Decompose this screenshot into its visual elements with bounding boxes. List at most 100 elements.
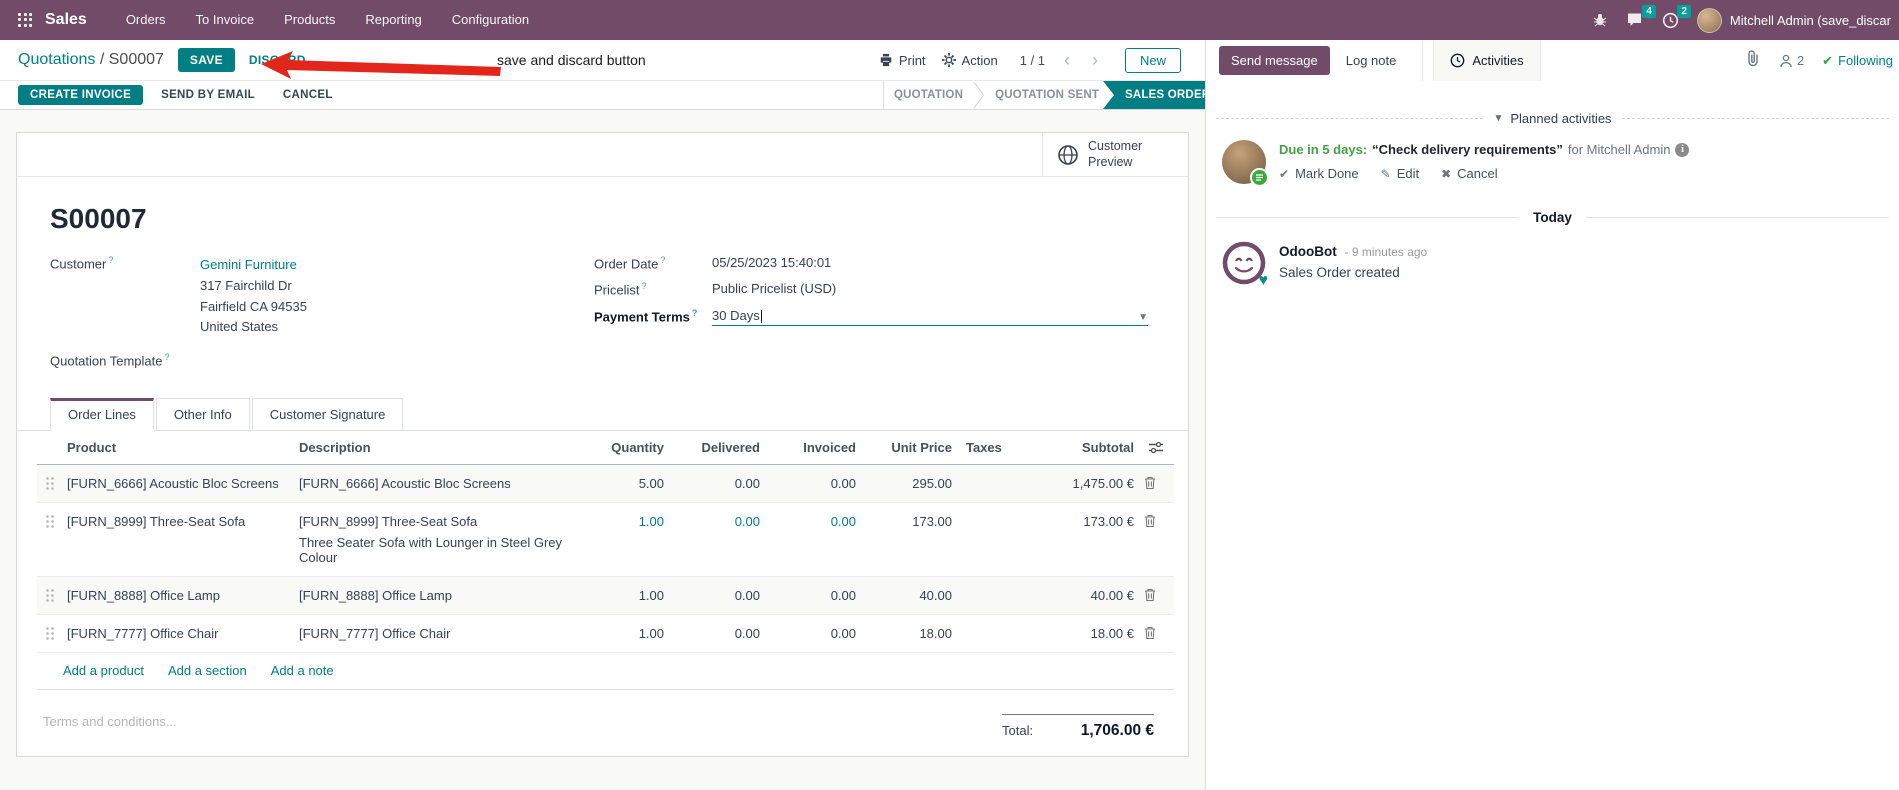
customer-preview-button[interactable]: Customer Preview — [1042, 133, 1188, 176]
table-row[interactable]: [FURN_7777] Office Chair [FURN_7777] Off… — [37, 615, 1174, 653]
create-invoice-button[interactable]: CREATE INVOICE — [18, 85, 144, 105]
table-row[interactable]: [FURN_8888] Office Lamp [FURN_8888] Offi… — [37, 576, 1174, 615]
cell-product[interactable]: [FURN_6666] Acoustic Bloc Screens — [63, 465, 295, 502]
table-row[interactable]: [FURN_6666] Acoustic Bloc Screens [FURN_… — [37, 464, 1174, 503]
debug-bug-icon[interactable] — [1592, 12, 1608, 28]
apps-grid-icon[interactable] — [18, 12, 33, 28]
cell-delivered[interactable]: 0.00 — [668, 615, 764, 652]
table-row[interactable]: [FURN_8999] Three-Seat Sofa [FURN_8999] … — [37, 503, 1174, 577]
action-button[interactable]: Action — [941, 53, 998, 68]
next-page-icon[interactable]: › — [1089, 51, 1101, 69]
cell-unit-price[interactable]: 18.00 — [860, 615, 956, 652]
send-message-button[interactable]: Send message — [1219, 46, 1330, 75]
cell-quantity[interactable]: 1.00 — [586, 503, 668, 540]
cell-description[interactable]: [FURN_6666] Acoustic Bloc Screens — [295, 465, 586, 502]
menu-configuration[interactable]: Configuration — [439, 0, 542, 40]
col-subtotal[interactable]: Subtotal — [1022, 431, 1138, 464]
col-taxes[interactable]: Taxes — [956, 431, 1022, 464]
cell-quantity[interactable]: 1.00 — [586, 615, 668, 652]
delete-row-button[interactable] — [1138, 615, 1174, 651]
cell-description[interactable]: [FURN_7777] Office Chair — [295, 615, 586, 652]
add-section-link[interactable]: Add a section — [168, 663, 247, 678]
delete-row-button[interactable] — [1138, 577, 1174, 613]
tab-other-info[interactable]: Other Info — [155, 397, 250, 431]
menu-products[interactable]: Products — [271, 0, 348, 40]
tab-order-lines[interactable]: Order Lines — [50, 397, 154, 431]
mark-done-button[interactable]: ✔ Mark Done — [1279, 166, 1359, 181]
cell-quantity[interactable]: 5.00 — [586, 465, 668, 502]
status-step-quotation-sent[interactable]: QUOTATION SENT — [985, 81, 1109, 109]
drag-handle-icon[interactable] — [37, 615, 63, 652]
log-note-button[interactable]: Log note — [1334, 46, 1409, 75]
activities-clock-icon[interactable]: 2 — [1662, 4, 1691, 29]
status-step-sales-order[interactable]: SALES ORDER — [1103, 81, 1205, 109]
drag-handle-icon[interactable] — [37, 503, 63, 540]
tab-customer-signature[interactable]: Customer Signature — [251, 397, 404, 431]
message-author[interactable]: OdooBot — [1279, 244, 1337, 259]
drag-handle-icon[interactable] — [37, 465, 63, 502]
activity-avatar[interactable] — [1222, 140, 1269, 187]
cancel-activity-button[interactable]: ✖ Cancel — [1441, 166, 1498, 181]
new-button[interactable]: New — [1124, 47, 1181, 73]
cell-taxes[interactable] — [956, 584, 1022, 606]
add-product-link[interactable]: Add a product — [63, 663, 144, 678]
add-note-link[interactable]: Add a note — [271, 663, 334, 678]
customer-link[interactable]: Gemini Furniture — [200, 255, 307, 276]
cell-product[interactable]: [FURN_8999] Three-Seat Sofa — [63, 503, 295, 540]
messages-icon[interactable]: 4 — [1626, 5, 1656, 28]
cell-delivered[interactable]: 0.00 — [668, 465, 764, 502]
cell-invoiced[interactable]: 0.00 — [764, 465, 860, 502]
app-name[interactable]: Sales — [45, 11, 87, 29]
drag-handle-icon[interactable] — [37, 577, 63, 614]
activities-button[interactable]: Activities — [1433, 40, 1541, 81]
menu-reporting[interactable]: Reporting — [352, 0, 434, 40]
optional-columns-button[interactable] — [1138, 432, 1174, 463]
following-button[interactable]: ✔ Following — [1822, 53, 1893, 69]
col-product[interactable]: Product — [63, 431, 295, 464]
col-unit-price[interactable]: Unit Price — [860, 431, 956, 464]
discard-button[interactable]: DISCARD — [249, 53, 306, 67]
breadcrumb-quotations[interactable]: Quotations — [18, 51, 95, 68]
save-button[interactable]: SAVE — [177, 48, 235, 72]
cell-delivered[interactable]: 0.00 — [668, 503, 764, 540]
cell-taxes[interactable] — [956, 503, 1022, 525]
cell-description[interactable]: [FURN_8999] Three-Seat Sofa Three Seater… — [295, 503, 586, 576]
edit-activity-button[interactable]: ✎ Edit — [1381, 166, 1419, 181]
odoobot-avatar[interactable]: ♥ — [1222, 241, 1268, 289]
payment-terms-input[interactable]: 30 Days ▼ — [712, 308, 1148, 326]
cell-product[interactable]: [FURN_8888] Office Lamp — [63, 577, 295, 614]
col-description[interactable]: Description — [295, 431, 586, 464]
prev-page-icon[interactable]: ‹ — [1061, 51, 1073, 69]
dropdown-caret-icon[interactable]: ▼ — [1138, 312, 1148, 323]
cell-description[interactable]: [FURN_8888] Office Lamp — [295, 577, 586, 614]
col-quantity[interactable]: Quantity — [586, 431, 668, 464]
print-button[interactable]: Print — [879, 53, 926, 68]
cell-product[interactable]: [FURN_7777] Office Chair — [63, 615, 295, 652]
user-menu[interactable]: Mitchell Admin (save_discar — [1696, 7, 1891, 33]
attachments-button[interactable] — [1745, 49, 1761, 72]
menu-to-invoice[interactable]: To Invoice — [183, 0, 268, 40]
menu-orders[interactable]: Orders — [113, 0, 179, 40]
delete-row-button[interactable] — [1138, 503, 1174, 539]
cell-unit-price[interactable]: 173.00 — [860, 503, 956, 540]
col-delivered[interactable]: Delivered — [668, 431, 764, 464]
planned-activities-toggle[interactable]: ▼ Planned activities — [1216, 111, 1890, 126]
order-date-value[interactable]: 05/25/2023 15:40:01 — [712, 255, 831, 271]
cancel-button[interactable]: CANCEL — [273, 85, 343, 105]
followers-button[interactable]: 2 — [1779, 53, 1804, 68]
cell-quantity[interactable]: 1.00 — [586, 577, 668, 614]
delete-row-button[interactable] — [1138, 465, 1174, 501]
cell-invoiced[interactable]: 0.00 — [764, 503, 860, 540]
col-invoiced[interactable]: Invoiced — [764, 431, 860, 464]
cell-invoiced[interactable]: 0.00 — [764, 615, 860, 652]
cell-delivered[interactable]: 0.00 — [668, 577, 764, 614]
status-step-quotation[interactable]: QUOTATION — [884, 81, 973, 109]
send-by-email-button[interactable]: SEND BY EMAIL — [151, 85, 265, 105]
info-icon[interactable]: i — [1675, 142, 1690, 157]
cell-taxes[interactable] — [956, 472, 1022, 494]
terms-placeholder[interactable]: Terms and conditions... — [43, 714, 177, 740]
cell-invoiced[interactable]: 0.00 — [764, 577, 860, 614]
cell-unit-price[interactable]: 295.00 — [860, 465, 956, 502]
cell-unit-price[interactable]: 40.00 — [860, 577, 956, 614]
pricelist-value[interactable]: Public Pricelist (USD) — [712, 281, 836, 297]
